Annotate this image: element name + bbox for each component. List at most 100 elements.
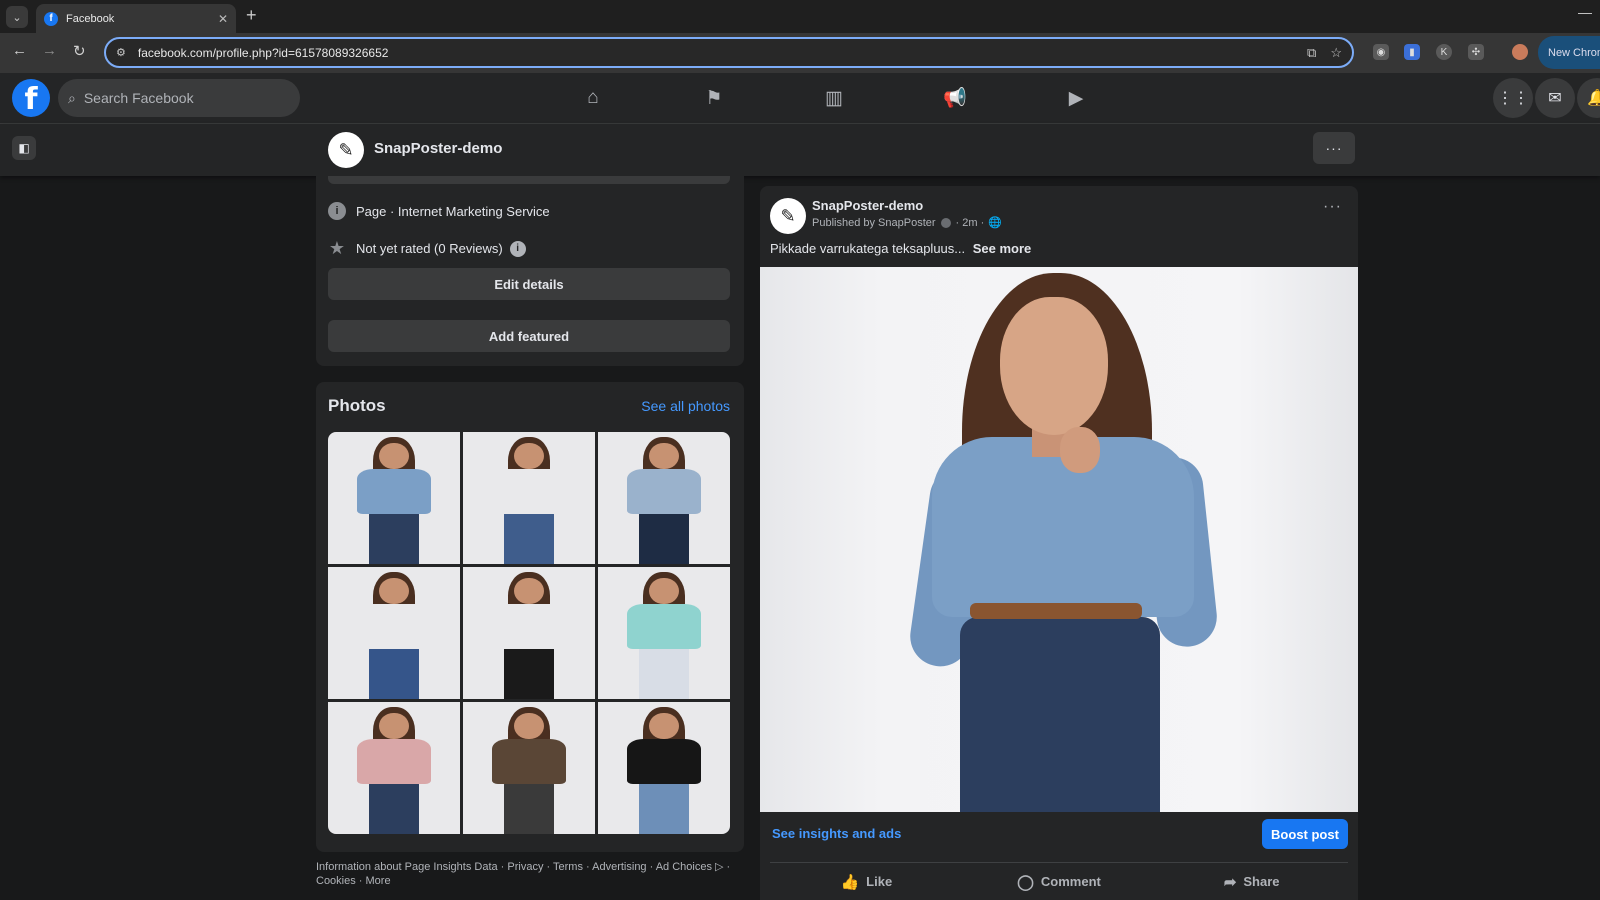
sidebar-toggle-icon[interactable]: ◧	[12, 136, 36, 160]
facebook-favicon-icon: f	[44, 11, 58, 26]
boost-post-button[interactable]: Boost post	[1262, 819, 1348, 849]
address-url[interactable]: facebook.com/profile.php?id=615780893266…	[138, 46, 1293, 60]
photo-jeans-dark-top	[627, 468, 701, 514]
profile-avatar-icon[interactable]	[1512, 44, 1528, 60]
page-more-button[interactable]: ···	[1313, 132, 1355, 164]
page-header: ◧ ✎ SnapPoster-demo ···	[0, 124, 1600, 176]
search-input[interactable]	[83, 90, 264, 106]
photo-black-tee-head	[649, 712, 679, 739]
home-icon[interactable]: ⌂	[573, 81, 613, 115]
see-insights-link[interactable]: See insights and ads	[772, 826, 901, 841]
post-time[interactable]: · 2m ·	[956, 217, 985, 229]
photo-jeans-blue-top	[492, 468, 566, 514]
photo-jeans-blue-legs	[503, 508, 555, 564]
tab-title: Facebook	[66, 12, 115, 25]
k-extension-icon[interactable]: K	[1436, 44, 1452, 60]
post-published-by[interactable]: Published by SnapPoster	[812, 217, 936, 229]
like-button[interactable]: 👍 Like	[770, 863, 963, 900]
megaphone-icon[interactable]: 📢	[935, 81, 975, 115]
comment-label: Comment	[1040, 874, 1101, 889]
browser-tab-facebook[interactable]: f Facebook ✕	[36, 4, 236, 33]
extension-icon[interactable]: ▮	[1404, 44, 1420, 60]
share-arrow-icon: ➦	[1223, 873, 1237, 891]
photo-pink-cardigan-legs	[368, 778, 420, 834]
photo-black-culottes-head	[514, 577, 544, 604]
browser-toolbar: ← → ↻ ⚙ facebook.com/profile.php?id=6157…	[0, 33, 1600, 73]
photo-dirndl-dress[interactable]	[598, 567, 730, 699]
like-label: Like	[866, 874, 893, 889]
browser-tab-bar: ⌄ f Facebook ✕ + —	[0, 0, 1600, 33]
camera-extension-icon[interactable]: ◉	[1373, 44, 1389, 60]
see-more-link[interactable]: See more	[973, 241, 1032, 256]
new-tab-button[interactable]: +	[246, 5, 257, 26]
footer-links[interactable]: Information about Page Insights Data · P…	[316, 860, 746, 888]
photo-flare-jeans-legs	[368, 643, 420, 699]
photo-dirndl-dress-top	[627, 603, 701, 649]
add-featured-button[interactable]: Add featured	[328, 320, 730, 352]
thumbs-up-icon: 👍	[840, 873, 860, 891]
photo-model-belt	[970, 603, 1142, 619]
post-more-button[interactable]: ···	[1323, 198, 1342, 216]
address-bar[interactable]: ⚙ facebook.com/profile.php?id=6157808932…	[104, 37, 1354, 68]
post-author[interactable]: SnapPoster-demo	[812, 198, 923, 213]
new-chrome-button[interactable]: New Chrom	[1538, 36, 1600, 69]
rating-info-icon[interactable]: i	[509, 240, 526, 257]
post-avatar-wand-icon[interactable]: ✎	[770, 198, 806, 234]
photo-pink-cardigan[interactable]	[328, 702, 460, 834]
photo-black-culottes[interactable]	[463, 567, 595, 699]
video-play-icon[interactable]: ▶	[1056, 81, 1096, 115]
rating-text: Not yet rated (0 Reviews)	[356, 241, 503, 256]
photo-black-tee[interactable]	[598, 702, 730, 834]
bookmark-star-icon[interactable]: ☆	[1330, 45, 1342, 61]
window-minimize-icon[interactable]: —	[1578, 4, 1592, 20]
rating-row: ★ Not yet rated (0 Reviews) i	[328, 238, 526, 259]
post-actions: 👍 Like ◯ Comment ➦ Share	[770, 862, 1348, 900]
page-avatar-wand-icon[interactable]: ✎	[328, 132, 364, 168]
photo-model-hand	[1060, 427, 1100, 473]
photo-leopard-top[interactable]	[463, 702, 595, 834]
photo-black-culottes-top	[492, 603, 566, 649]
facebook-logo-icon[interactable]: f	[12, 79, 50, 117]
photo-dirndl-dress-legs	[638, 643, 690, 699]
tab-search-icon[interactable]: ⌄	[6, 6, 28, 28]
intro-card: i Page · Internet Marketing Service ★ No…	[316, 176, 744, 366]
photo-jeans-blue[interactable]	[463, 432, 595, 564]
photos-heading: Photos	[328, 396, 386, 415]
photo-jeans-dark[interactable]	[598, 432, 730, 564]
share-button[interactable]: ➦ Share	[1155, 863, 1348, 900]
forward-arrow-icon[interactable]: →	[42, 42, 57, 59]
photo-jeans-dark-head	[649, 442, 679, 469]
photo-black-tee-legs	[638, 778, 690, 834]
page-title[interactable]: SnapPoster-demo	[374, 140, 502, 157]
tab-close-icon[interactable]: ✕	[218, 12, 228, 26]
page-category-row: i Page · Internet Marketing Service	[328, 202, 550, 220]
reload-icon[interactable]: ↻	[73, 42, 86, 60]
publisher-avatar-icon	[940, 217, 951, 228]
page-category: Page · Internet Marketing Service	[356, 203, 550, 219]
back-arrow-icon[interactable]: ←	[12, 42, 27, 59]
photo-leopard-top-top	[492, 738, 566, 784]
post-text: Pikkade varrukatega teksapluus... See mo…	[770, 241, 1031, 256]
photo-denim-shirt[interactable]	[328, 432, 460, 564]
photo-jeans-dark-legs	[638, 508, 690, 564]
post-meta: Published by SnapPoster · 2m · 🌐	[812, 216, 1002, 230]
menu-grid-icon[interactable]: ⋮⋮	[1493, 78, 1533, 118]
photos-card: Photos See all photos	[316, 382, 744, 852]
notifications-bell-icon[interactable]: 🔔	[1577, 78, 1600, 118]
photo-pink-cardigan-top	[357, 738, 431, 784]
facebook-search[interactable]: ⌕	[58, 79, 300, 117]
photo-flare-jeans-head	[379, 577, 409, 604]
photo-flare-jeans[interactable]	[328, 567, 460, 699]
comment-button[interactable]: ◯ Comment	[963, 863, 1156, 900]
insights-chart-icon[interactable]: ▥	[814, 81, 854, 115]
see-all-photos-link[interactable]: See all photos	[641, 398, 730, 414]
photo-model-face	[1000, 297, 1108, 435]
post-photo[interactable]	[760, 267, 1358, 812]
messenger-icon[interactable]: ✉	[1535, 78, 1575, 118]
flag-icon[interactable]: ⚑	[694, 81, 734, 115]
site-info-icon[interactable]: ⚙	[116, 46, 126, 59]
install-app-icon[interactable]: ⧉	[1307, 45, 1316, 61]
edit-details-button[interactable]: Edit details	[328, 268, 730, 300]
facebook-top-bar: f ⌕ ⌂ ⚑ ▥ 📢 ▶ ⋮⋮ ✉ 🔔	[0, 73, 1600, 124]
extensions-puzzle-icon[interactable]: ✣	[1468, 44, 1484, 60]
